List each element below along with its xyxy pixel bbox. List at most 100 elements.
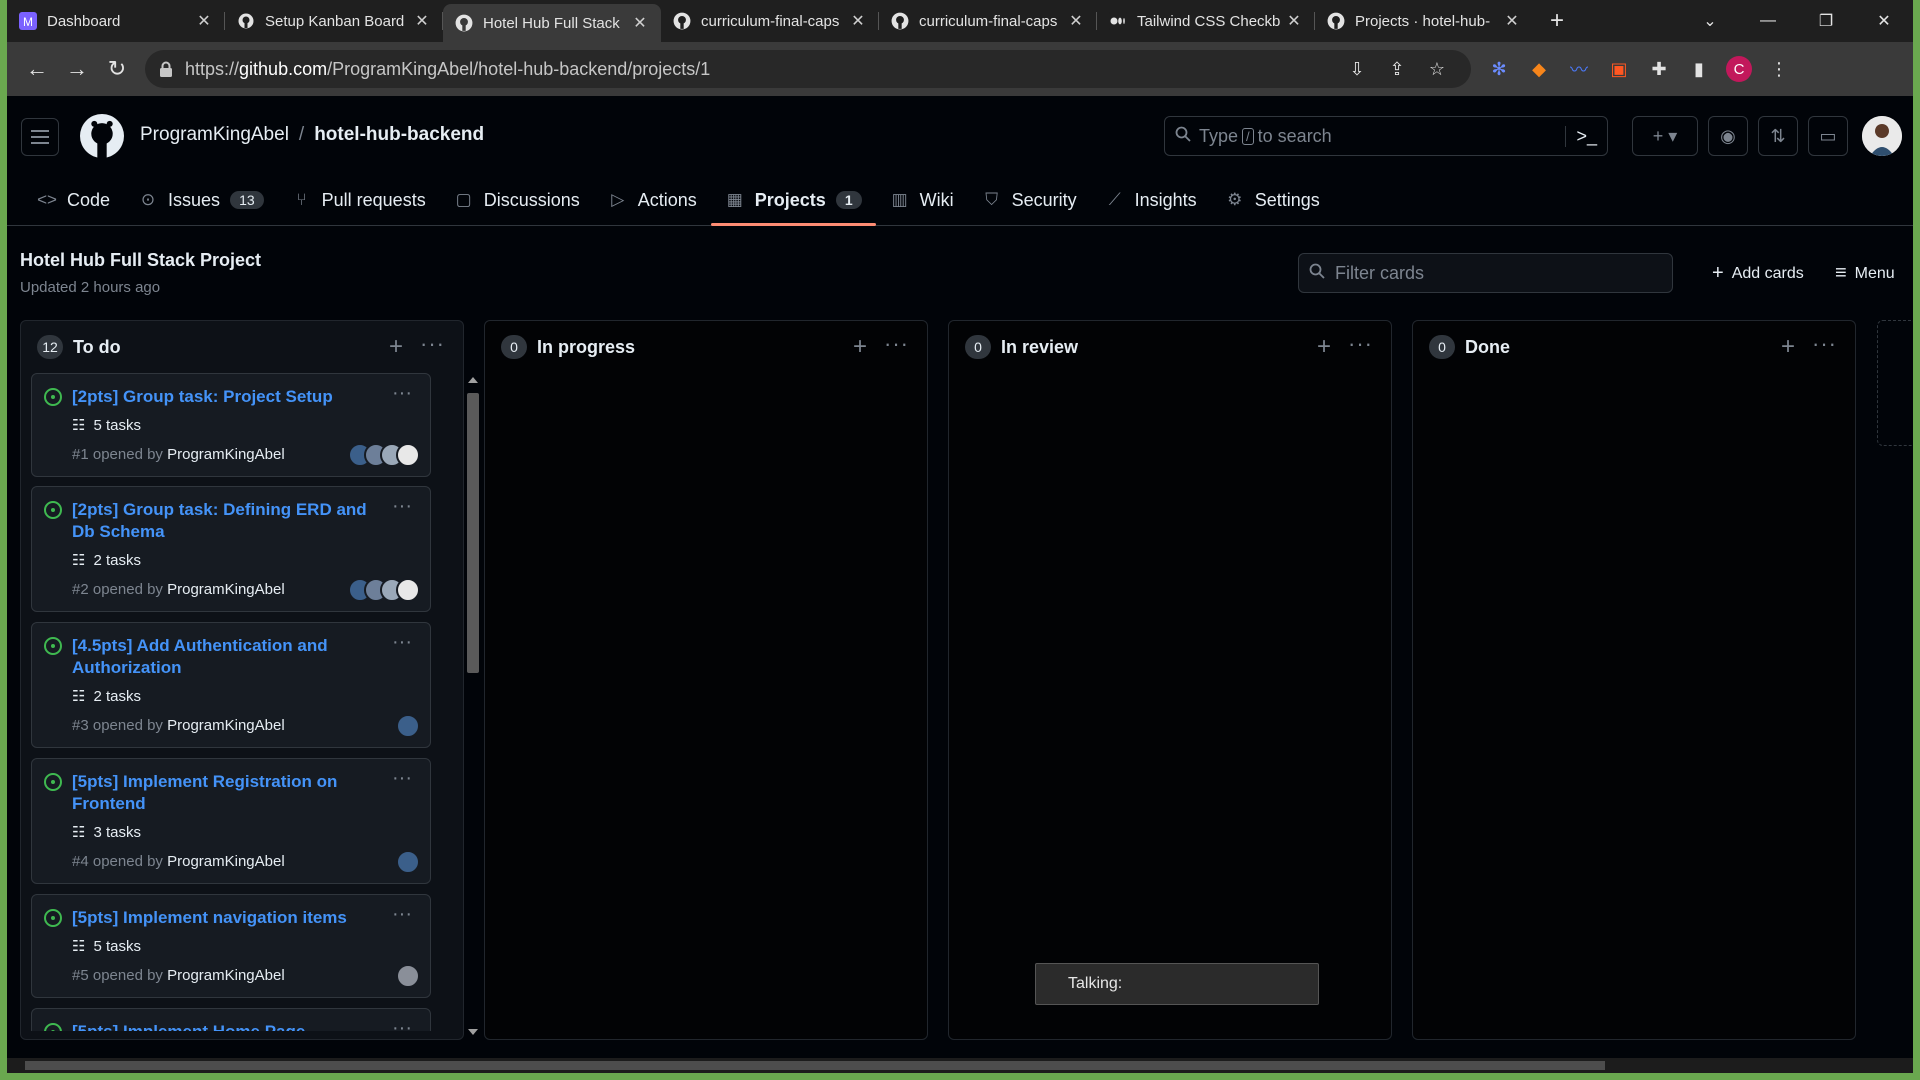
extension-fox-icon[interactable]: ◆ — [1519, 49, 1559, 89]
card-title-link[interactable]: [5pts] Implement Home Page — [72, 1021, 372, 1031]
install-icon[interactable]: ⇩ — [1337, 59, 1377, 80]
issues-icon[interactable]: ◉ — [1708, 116, 1748, 156]
card-title-link[interactable]: [5pts] Implement navigation items — [72, 907, 372, 929]
card-title-link[interactable]: [2pts] Group task: Project Setup — [72, 386, 372, 408]
repo-owner-link[interactable]: ProgramKingAbel — [140, 124, 289, 146]
card-more-icon[interactable]: ··· — [392, 631, 412, 654]
card-title-link[interactable]: [5pts] Implement Registration on Fronten… — [72, 771, 372, 815]
scroll-up-arrow-icon[interactable] — [468, 377, 478, 383]
tab-insights[interactable]: ⟋ Insights — [1091, 174, 1211, 226]
close-icon[interactable]: ✕ — [1067, 12, 1085, 30]
side-panel-icon[interactable]: ▮ — [1679, 49, 1719, 89]
browser-tab[interactable]: curriculum-final-caps ✕ — [661, 0, 879, 42]
profile-avatar[interactable]: C — [1719, 49, 1759, 89]
avatar[interactable] — [1862, 116, 1902, 156]
tab-projects[interactable]: ▦ Projects 1 — [710, 174, 876, 226]
close-icon[interactable]: ✕ — [849, 12, 867, 30]
extension-off-icon[interactable]: ▣ — [1599, 49, 1639, 89]
card-more-icon[interactable]: ··· — [392, 767, 412, 790]
command-palette-icon[interactable]: >_ — [1565, 125, 1597, 147]
tab-search-icon[interactable]: ⌄ — [1681, 11, 1739, 31]
back-icon[interactable]: ← — [17, 49, 57, 89]
column-scrollbar[interactable] — [465, 373, 481, 1043]
extensions-puzzle-icon[interactable]: ✚ — [1639, 49, 1679, 89]
author-link[interactable]: ProgramKingAbel — [167, 853, 285, 870]
close-icon[interactable]: ✕ — [195, 12, 213, 30]
pull-requests-icon[interactable]: ⇅ — [1758, 116, 1798, 156]
close-icon[interactable]: ✕ — [413, 12, 431, 30]
browser-tab[interactable]: curriculum-final-caps ✕ — [879, 0, 1097, 42]
share-icon[interactable]: ⇪ — [1377, 59, 1417, 80]
scrollbar-thumb[interactable] — [25, 1061, 1605, 1070]
card-more-icon[interactable]: ··· — [392, 382, 412, 405]
add-card-plus-icon[interactable]: + — [1317, 333, 1331, 361]
column-more-icon[interactable]: ··· — [1348, 331, 1373, 357]
card-title-link[interactable]: [4.5pts] Add Authentication and Authoriz… — [72, 635, 372, 679]
tab-wiki[interactable]: ▥ Wiki — [876, 174, 968, 226]
close-icon[interactable]: ✕ — [631, 14, 649, 32]
add-card-plus-icon[interactable]: + — [853, 333, 867, 361]
repo-name-link[interactable]: hotel-hub-backend — [314, 124, 484, 146]
add-cards-button[interactable]: + Add cards — [1712, 262, 1804, 285]
card-more-icon[interactable]: ··· — [392, 903, 412, 926]
browser-tab-active[interactable]: Hotel Hub Full Stack ✕ — [443, 4, 661, 42]
inbox-icon[interactable]: ▭ — [1808, 116, 1848, 156]
issue-card[interactable]: [5pts] Implement navigation items ··· ☷ … — [31, 894, 431, 998]
avatar[interactable] — [396, 850, 420, 874]
tab-security[interactable]: ⛉ Security — [968, 174, 1091, 226]
author-link[interactable]: ProgramKingAbel — [167, 967, 285, 984]
tab-settings[interactable]: ⚙ Settings — [1211, 174, 1334, 226]
add-column-placeholder[interactable] — [1877, 320, 1913, 446]
close-icon[interactable]: ✕ — [1285, 12, 1303, 30]
issue-card[interactable]: [2pts] Group task: Project Setup ··· ☷ 5… — [31, 373, 431, 477]
close-icon[interactable]: ✕ — [1503, 12, 1521, 30]
address-bar[interactable]: https://github.com/ProgramKingAbel/hotel… — [145, 50, 1471, 88]
reload-icon[interactable]: ↻ — [97, 49, 137, 89]
filter-cards-field[interactable] — [1298, 253, 1673, 293]
restore-icon[interactable]: ❐ — [1797, 11, 1855, 31]
close-window-icon[interactable]: ✕ — [1855, 11, 1913, 31]
author-link[interactable]: ProgramKingAbel — [167, 581, 285, 598]
scrollbar-thumb[interactable] — [467, 393, 479, 673]
card-title-link[interactable]: [2pts] Group task: Defining ERD and Db S… — [72, 499, 372, 543]
author-link[interactable]: ProgramKingAbel — [167, 446, 285, 463]
tab-actions[interactable]: ▷ Actions — [594, 174, 711, 226]
new-tab-button[interactable]: + — [1539, 3, 1575, 39]
horizontal-scrollbar[interactable] — [7, 1058, 1913, 1073]
card-more-icon[interactable]: ··· — [392, 495, 412, 518]
avatar[interactable] — [396, 443, 420, 467]
author-link[interactable]: ProgramKingAbel — [167, 717, 285, 734]
bookmark-star-icon[interactable]: ☆ — [1417, 59, 1457, 80]
minimize-icon[interactable]: — — [1739, 12, 1797, 30]
issue-card[interactable]: [5pts] Implement Home Page ··· — [31, 1008, 431, 1031]
browser-tab[interactable]: Tailwind CSS Checkb ✕ — [1097, 0, 1315, 42]
forward-icon[interactable]: → — [57, 49, 97, 89]
tab-discussions[interactable]: ▢ Discussions — [440, 174, 594, 226]
tab-issues[interactable]: ⊙ Issues 13 — [124, 174, 278, 226]
column-more-icon[interactable]: ··· — [1812, 331, 1837, 357]
add-card-plus-icon[interactable]: + — [1781, 333, 1795, 361]
extension-wave-icon[interactable]: 〰 — [1559, 49, 1599, 89]
avatar[interactable] — [396, 714, 420, 738]
scroll-down-arrow-icon[interactable] — [468, 1029, 478, 1035]
card-more-icon[interactable]: ··· — [392, 1017, 412, 1031]
add-card-plus-icon[interactable]: + — [389, 333, 403, 361]
issue-card[interactable]: [2pts] Group task: Defining ERD and Db S… — [31, 486, 431, 612]
avatar[interactable] — [396, 964, 420, 988]
browser-tab[interactable]: Projects · hotel-hub- ✕ — [1315, 0, 1533, 42]
hamburger-menu-icon[interactable] — [21, 118, 59, 156]
avatar[interactable] — [396, 578, 420, 602]
column-more-icon[interactable]: ··· — [420, 331, 445, 357]
issue-card[interactable]: [5pts] Implement Registration on Fronten… — [31, 758, 431, 884]
tab-code[interactable]: <> Code — [23, 174, 124, 226]
issue-card[interactable]: [4.5pts] Add Authentication and Authoriz… — [31, 622, 431, 748]
kebab-menu-icon[interactable]: ⋮ — [1759, 49, 1799, 89]
column-more-icon[interactable]: ··· — [884, 331, 909, 357]
search-input[interactable]: Type / to search >_ — [1164, 116, 1608, 156]
browser-tab[interactable]: Setup Kanban Board ✕ — [225, 0, 443, 42]
filter-cards-input[interactable] — [1335, 262, 1655, 284]
github-logo-icon[interactable] — [80, 114, 124, 158]
tab-pull-requests[interactable]: ⑂ Pull requests — [278, 174, 440, 226]
create-new-button[interactable]: + ▾ — [1632, 116, 1698, 156]
extension-snowflake-icon[interactable]: ✻ — [1479, 49, 1519, 89]
